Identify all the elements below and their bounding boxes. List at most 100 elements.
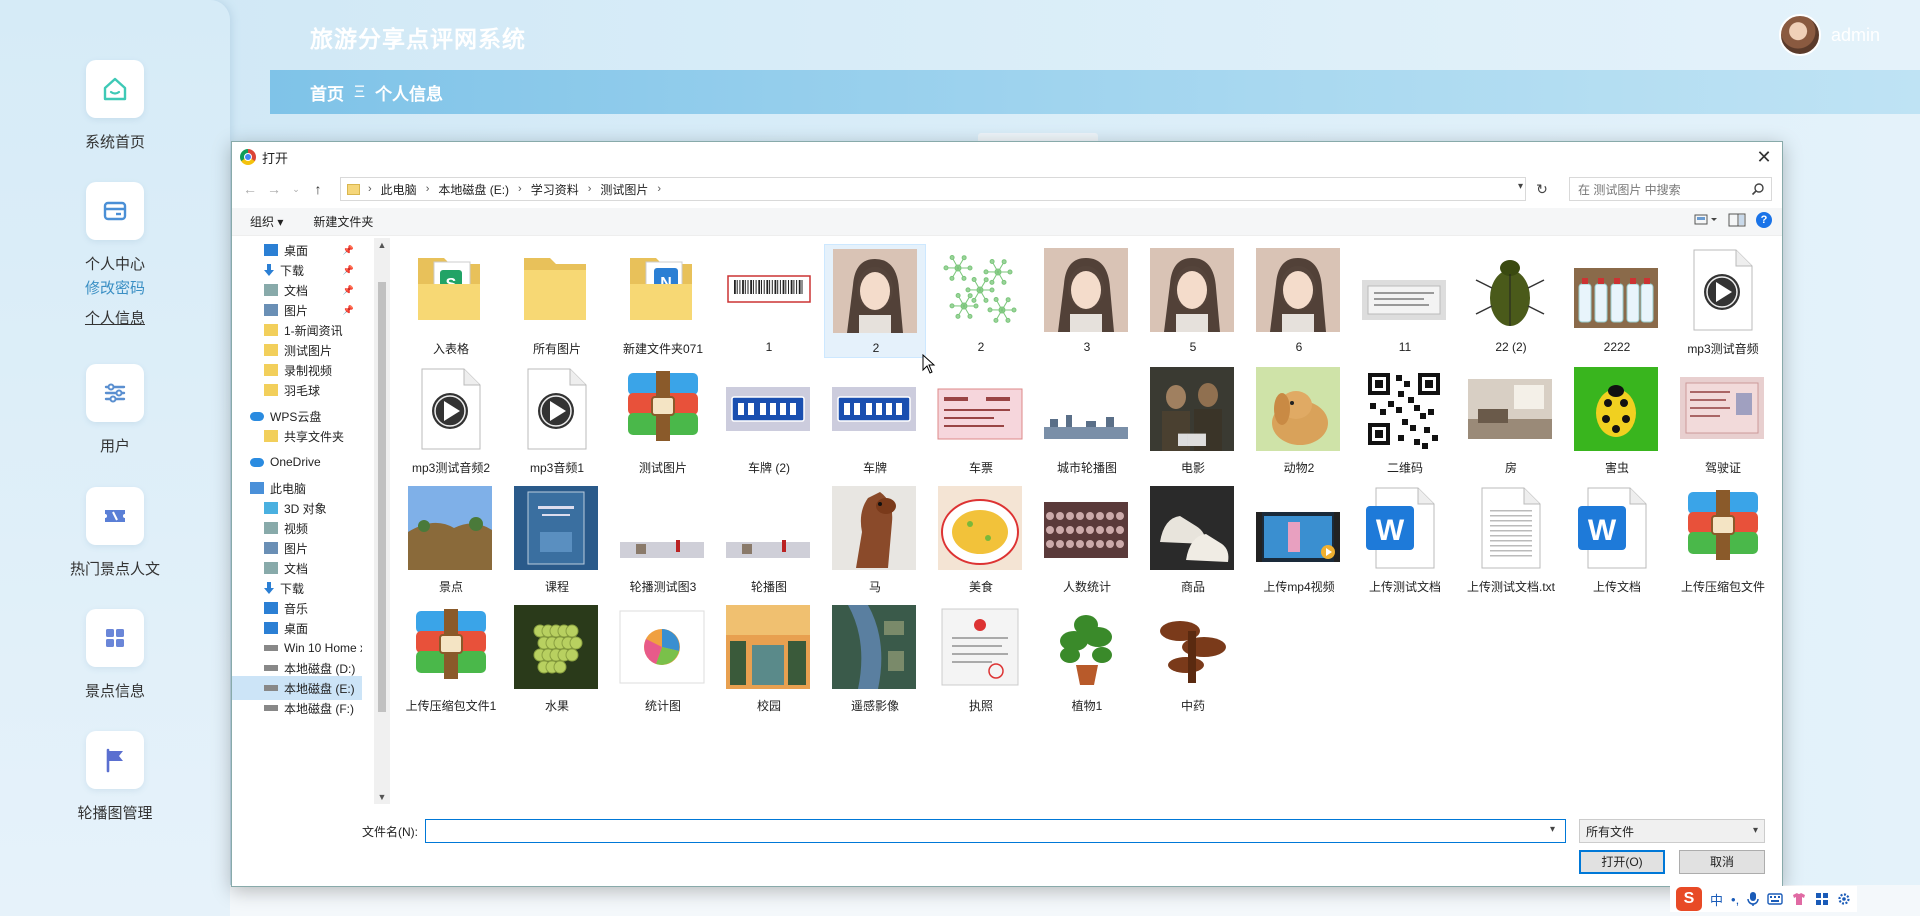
file-item[interactable]: 车牌 [824, 363, 926, 477]
file-item[interactable]: 22 (2) [1460, 244, 1562, 358]
forward-icon[interactable]: → [264, 178, 284, 200]
nav-personal-info[interactable]: 个人信息 [0, 304, 230, 334]
file-item[interactable]: S 入表格 [400, 244, 502, 358]
file-item[interactable]: 11 [1354, 244, 1456, 358]
file-item[interactable]: 景点 [400, 482, 502, 596]
tree-scrollbar-thumb[interactable] [378, 282, 386, 712]
cancel-button[interactable]: 取消 [1679, 850, 1765, 874]
search-input[interactable]: 在 测试图片 中搜索 [1569, 177, 1772, 201]
path-segment[interactable]: 学习资料 [531, 181, 579, 198]
user-menu[interactable]: admin [1778, 14, 1880, 56]
tree-item[interactable]: OneDrive [232, 450, 362, 474]
file-item[interactable]: 课程 [506, 482, 608, 596]
file-item[interactable]: 植物1 [1036, 601, 1138, 715]
file-item[interactable]: 5 [1142, 244, 1244, 358]
file-item[interactable]: mp3测试音频 [1672, 244, 1774, 358]
sogou-ime-icon[interactable]: S [1676, 887, 1702, 911]
file-item[interactable]: 城市轮播图 [1036, 363, 1138, 477]
file-item[interactable]: W 上传测试文档 [1354, 482, 1456, 596]
portrait-thumbnail [1146, 244, 1236, 334]
recent-locations-icon[interactable]: ⌄ [286, 178, 306, 200]
new-folder-button[interactable]: 新建文件夹 [313, 213, 373, 230]
ime-punctuation-toggle[interactable]: •, [1731, 892, 1739, 907]
file-item[interactable]: 轮播测试图3 [612, 482, 714, 596]
file-item[interactable]: 2 [930, 244, 1032, 358]
microphone-icon[interactable] [1747, 891, 1759, 907]
scroll-down-icon[interactable]: ▼ [374, 792, 390, 802]
file-item[interactable]: 中药 [1142, 601, 1244, 715]
file-item[interactable]: 2 [824, 244, 926, 358]
file-item[interactable]: mp3测试音频2 [400, 363, 502, 477]
file-item[interactable]: 遥感影像 [824, 601, 926, 715]
file-item[interactable]: 上传压缩包文件1 [400, 601, 502, 715]
file-item[interactable]: 美食 [930, 482, 1032, 596]
back-icon[interactable]: ← [240, 178, 260, 200]
nav-carousel[interactable]: 轮播图管理 [0, 731, 230, 823]
file-item[interactable]: 房 [1460, 363, 1562, 477]
file-item[interactable]: 车票 [930, 363, 1032, 477]
address-bar[interactable]: › 此电脑 › 本地磁盘 (E:) › 学习资料 › 测试图片 › ▾ [340, 177, 1526, 201]
scroll-up-icon[interactable]: ▲ [374, 240, 390, 250]
settings-icon[interactable] [1837, 892, 1851, 906]
tree-item-label: 视频 [284, 521, 309, 536]
file-item[interactable]: 3 [1036, 244, 1138, 358]
file-item[interactable]: 6 [1248, 244, 1350, 358]
nav-spot-info[interactable]: 景点信息 [0, 609, 230, 701]
ime-language-toggle[interactable]: 中 [1710, 890, 1723, 909]
breadcrumb-home[interactable]: 首页 [310, 80, 344, 105]
nav-users[interactable]: 用户 [0, 364, 230, 456]
file-item[interactable]: 马 [824, 482, 926, 596]
nav-home[interactable]: 系统首页 [0, 60, 230, 152]
file-item[interactable]: 人数统计 [1036, 482, 1138, 596]
file-item[interactable]: 测试图片 [612, 363, 714, 477]
path-segment[interactable]: 此电脑 [381, 181, 417, 198]
preview-pane-icon[interactable] [1728, 213, 1746, 227]
file-item[interactable]: 害虫 [1566, 363, 1668, 477]
tree-item[interactable]: 共享文件夹 [232, 424, 362, 448]
filetype-select[interactable]: 所有文件 ▾ [1579, 819, 1765, 843]
file-item[interactable]: 2222 [1566, 244, 1668, 358]
organize-button[interactable]: 组织 ▾ [250, 213, 283, 230]
nav-personal[interactable]: 个人中心 修改密码 个人信息 [0, 182, 230, 334]
toolbox-icon[interactable] [1815, 892, 1829, 906]
file-item[interactable]: 水果 [506, 601, 608, 715]
shared-folder-icon [264, 430, 278, 442]
path-segment[interactable]: 测试图片 [600, 181, 648, 198]
file-item[interactable]: mp3音频1 [506, 363, 608, 477]
file-item[interactable]: 商品 [1142, 482, 1244, 596]
path-segment[interactable]: 本地磁盘 (E:) [438, 181, 509, 198]
file-item[interactable]: 二维码 [1354, 363, 1456, 477]
help-icon[interactable]: ? [1756, 212, 1772, 228]
up-icon[interactable]: ↑ [308, 178, 328, 200]
chevron-down-icon[interactable]: ▾ [1550, 824, 1555, 835]
nav-change-password[interactable]: 修改密码 [0, 274, 230, 304]
chevron-down-icon[interactable]: ▾ [1518, 181, 1523, 192]
file-item[interactable]: 执照 [930, 601, 1032, 715]
refresh-icon[interactable]: ↻ [1532, 178, 1552, 200]
open-button[interactable]: 打开(O) [1579, 850, 1665, 874]
file-item[interactable]: 上传压缩包文件 [1672, 482, 1774, 596]
view-options-icon[interactable] [1694, 213, 1718, 227]
file-item[interactable]: 车牌 (2) [718, 363, 820, 477]
file-item[interactable]: 1 [718, 244, 820, 358]
file-item[interactable]: 轮播图 [718, 482, 820, 596]
file-item[interactable]: 统计图 [612, 601, 714, 715]
file-item[interactable]: 动物2 [1248, 363, 1350, 477]
filename-input[interactable] [425, 819, 1566, 843]
file-item[interactable]: 校园 [718, 601, 820, 715]
word-thumbnail: W [1358, 482, 1448, 572]
close-button[interactable]: ✕ [1752, 146, 1776, 168]
tree-item[interactable]: 羽毛球 [232, 378, 362, 402]
keyboard-icon[interactable] [1767, 893, 1783, 905]
dialog-titlebar[interactable]: 打开 ✕ [232, 142, 1782, 172]
skin-icon[interactable] [1791, 892, 1807, 906]
file-item[interactable]: W 上传文档 [1566, 482, 1668, 596]
file-item[interactable]: 驾驶证 [1672, 363, 1774, 477]
nav-hot-spots[interactable]: 热门景点人文 [0, 487, 230, 579]
file-item[interactable]: ▇▇▇ 电影 [1142, 363, 1244, 477]
file-item[interactable]: N 新建文件夹071 [612, 244, 714, 358]
file-item[interactable]: 所有图片 [506, 244, 608, 358]
tree-item[interactable]: 本地磁盘 (F:) [232, 696, 362, 720]
file-item[interactable]: 上传测试文档.txt [1460, 482, 1562, 596]
file-item[interactable]: 上传mp4视频 [1248, 482, 1350, 596]
